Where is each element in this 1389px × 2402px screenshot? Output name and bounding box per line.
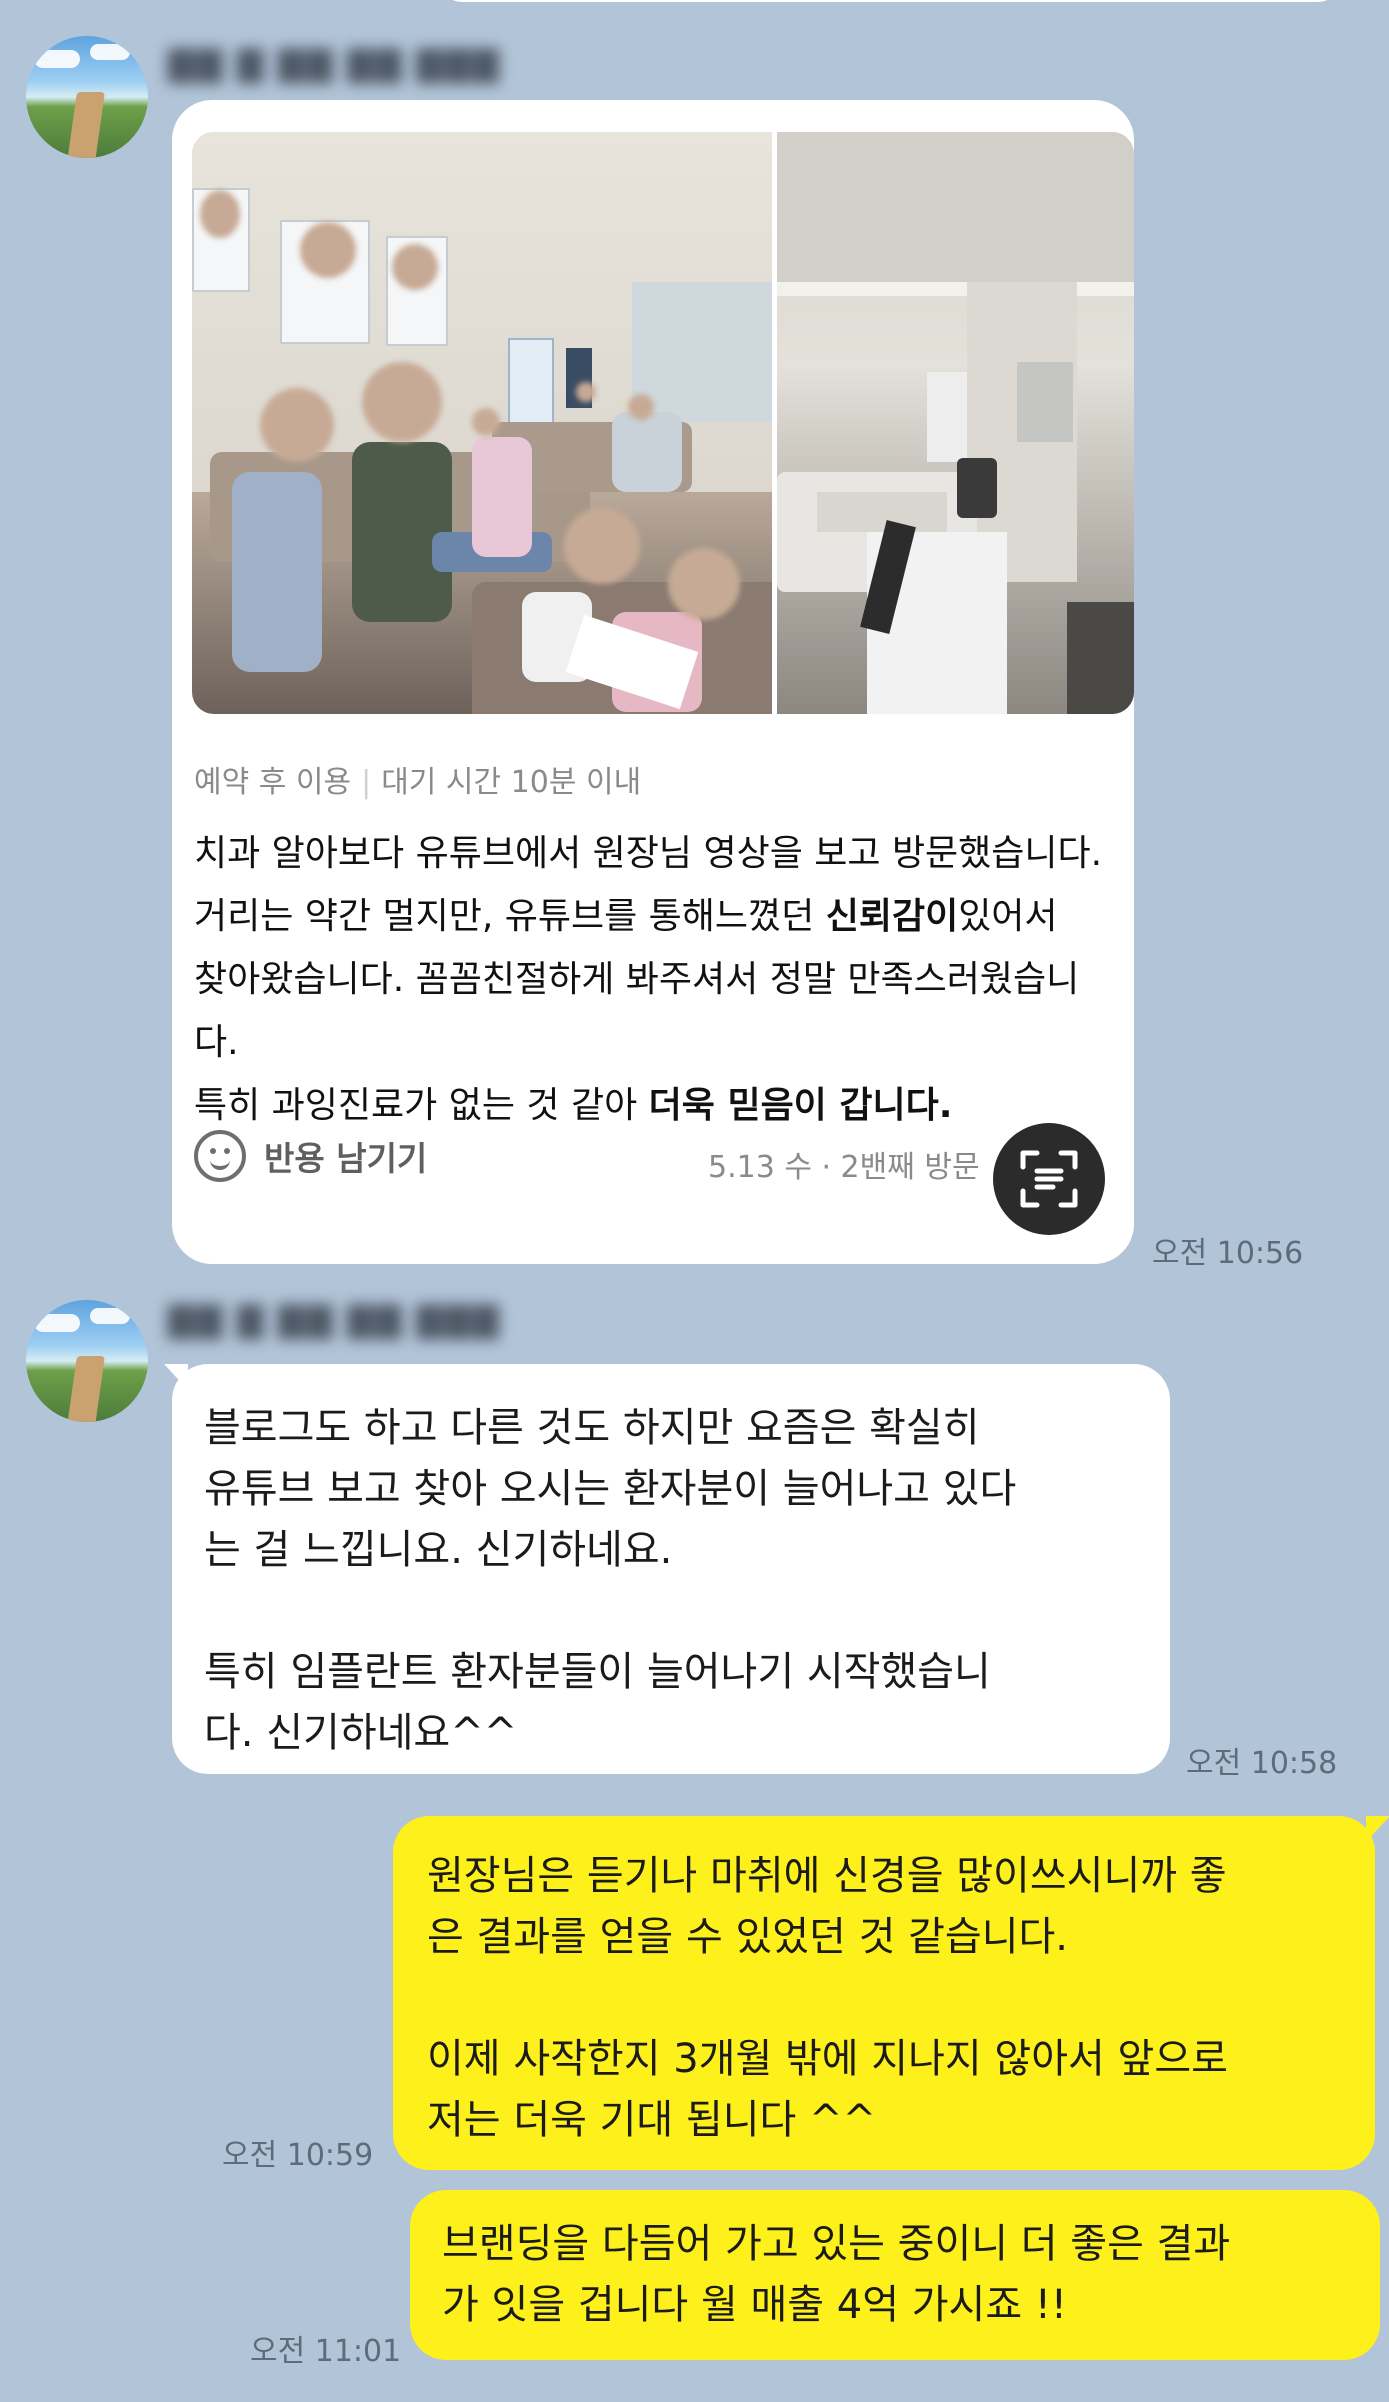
sender-name-blurred: ▇▇ ▇ ▇▇ ▇▇ ▇▇▇ [168, 1300, 501, 1340]
previous-message-bubble [440, 0, 1340, 2]
reaction-label: 반용 남기기 [264, 1139, 428, 1178]
review-line: 거리는 약간 멀지만, 유튜브를 통해느꼈던 신뢰감이있어서 [194, 896, 1058, 937]
scan-text-icon [1020, 1150, 1078, 1208]
incoming-message-bubble[interactable]: 블로그도 하고 다른 것도 하지만 요즘은 확실히 유튜브 보고 찾아 오시는 … [172, 1364, 1170, 1774]
sender-name-blurred: ▇▇ ▇ ▇▇ ▇▇ ▇▇▇ [168, 44, 501, 84]
sender-avatar[interactable] [26, 1300, 148, 1422]
review-meta: 예약 후 이용 | 대기 시간 10분 이내 [194, 757, 641, 801]
message-time: 오전 11:01 [250, 2334, 402, 2369]
sender-avatar[interactable] [26, 36, 148, 158]
waiting-room-photo[interactable] [192, 132, 772, 714]
outgoing-message-bubble[interactable]: 원장님은 듣기나 마취에 신경을 많이쓰시니까 좋 은 결과를 얻을 수 있었던… [393, 1816, 1375, 2170]
bubble-tail [1366, 1816, 1389, 1842]
message-time: 오전 10:56 [1152, 1236, 1304, 1271]
message-time: 오전 10:58 [1186, 1746, 1338, 1781]
highlight-trust-more: 더욱 믿음이 갑니다. [648, 1085, 953, 1126]
reception-desk-photo[interactable] [777, 132, 1134, 714]
review-line: 특히 과잉진료가 없는 것 같아 더욱 믿음이 갑니다. [194, 1085, 953, 1126]
meta-divider: | [361, 765, 372, 800]
smile-icon [194, 1130, 246, 1182]
visit-info: 5.13 수 · 2밴째 방문 [708, 1150, 980, 1185]
review-text: 치과 알아보다 유튜브에서 원장님 영상을 보고 방문했습니다. 거리는 약간 … [194, 822, 1114, 1137]
wait-time-tag: 대기 시간 10분 이내 [381, 765, 642, 800]
scan-text-button[interactable] [993, 1123, 1105, 1235]
message-text: 브랜딩을 다듬어 가고 있는 중이니 더 좋은 결과 가 잇을 겁니다 월 매출… [442, 2221, 1231, 2328]
review-card[interactable]: 예약 후 이용 | 대기 시간 10분 이내 치과 알아보다 유튜브에서 원장님 영… [172, 100, 1134, 1264]
message-text: 원장님은 듣기나 마취에 신경을 많이쓰시니까 좋 은 결과를 얻을 수 있었던… [427, 1853, 1228, 2143]
outgoing-message-bubble[interactable]: 브랜딩을 다듬어 가고 있는 중이니 더 좋은 결과 가 잇을 겁니다 월 매출… [410, 2190, 1380, 2360]
message-time: 오전 10:59 [222, 2138, 374, 2173]
review-line: 찾아왔습니다. 꼼꼼친절하게 봐주셔서 정말 만족스러웠습니다. [194, 959, 1080, 1063]
leave-reaction-button[interactable]: 반용 남기기 [194, 1130, 427, 1182]
message-text: 블로그도 하고 다른 것도 하지만 요즘은 확실히 유튜브 보고 찾아 오시는 … [204, 1405, 1017, 1756]
review-line: 치과 알아보다 유튜브에서 원장님 영상을 보고 방문했습니다. [194, 833, 1103, 874]
highlight-trust: 신뢰감이 [825, 896, 959, 937]
reservation-tag: 예약 후 이용 [194, 765, 352, 800]
